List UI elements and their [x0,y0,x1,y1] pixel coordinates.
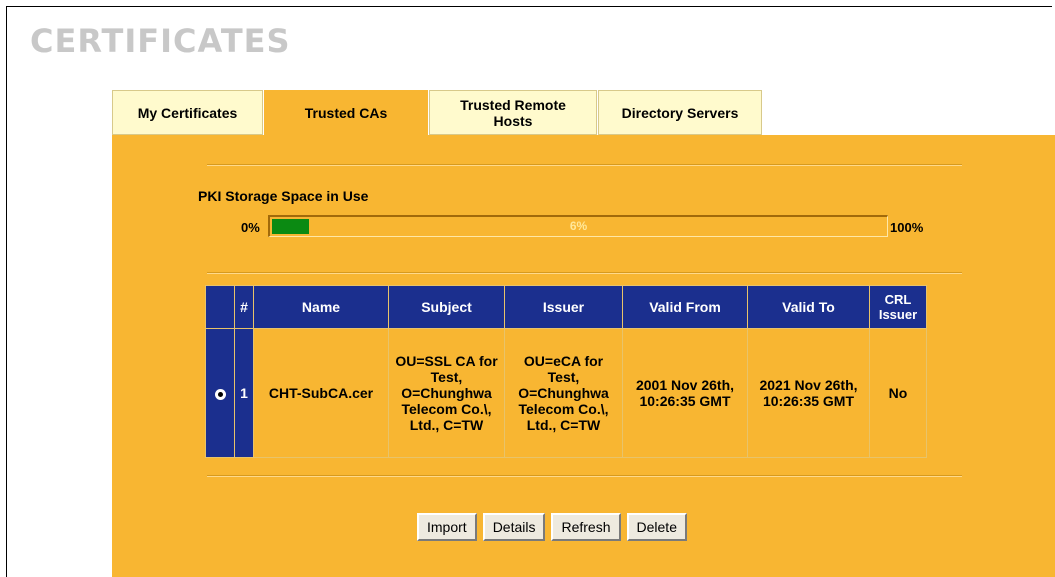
valid-from-column-header: Valid From [622,285,748,329]
row-index: 1 [234,328,254,458]
row-crl-issuer: No [869,328,927,458]
storage-max-label: 100% [890,220,924,235]
table-header-row: # Name Subject Issuer Valid From Valid T… [205,285,927,329]
details-button[interactable]: Details [482,513,546,541]
row-valid-to: 2021 Nov 26th, 10:26:35 GMT [747,328,870,458]
storage-min-label: 0% [241,220,260,235]
name-column-header: Name [253,285,389,329]
row-issuer: OU=eCA for Test, O=Chunghwa Telecom Co.\… [504,328,623,458]
page-title: CERTIFICATES [30,22,291,60]
divider-bottom [207,475,962,477]
certificate-table: # Name Subject Issuer Valid From Valid T… [205,285,927,458]
trusted-cas-panel: PKI Storage Space in Use 0% 6% 100% # Na… [112,135,1055,577]
crl-issuer-column-header: CRL Issuer [869,285,927,329]
tab-trusted-cas[interactable]: Trusted CAs [264,90,428,135]
row-radio-button[interactable] [214,388,226,400]
delete-button[interactable]: Delete [626,513,687,541]
valid-to-column-header: Valid To [747,285,870,329]
row-select-cell[interactable] [205,328,235,458]
pki-storage-label: PKI Storage Space in Use [198,188,369,204]
action-button-group: Import Details Refresh Delete [417,513,687,541]
import-button[interactable]: Import [417,513,477,541]
tab-my-certificates[interactable]: My Certificates [112,90,263,135]
row-name: CHT-SubCA.cer [253,328,389,458]
issuer-column-header: Issuer [504,285,623,329]
pki-storage-progress-text: 6% [569,219,588,233]
row-valid-from: 2001 Nov 26th, 10:26:35 GMT [622,328,748,458]
divider-middle [207,272,962,274]
tab-trusted-remote-hosts[interactable]: Trusted Remote Hosts [429,90,597,135]
pki-storage-progress-bar: 6% [268,215,888,237]
tab-directory-servers[interactable]: Directory Servers [598,90,762,135]
refresh-button[interactable]: Refresh [551,513,621,541]
subject-column-header: Subject [388,285,505,329]
index-column-header: # [234,285,254,329]
table-row: 1 CHT-SubCA.cer OU=SSL CA for Test, O=Ch… [205,328,927,458]
divider-top [207,164,962,166]
row-subject: OU=SSL CA for Test, O=Chunghwa Telecom C… [388,328,505,458]
select-column-header [205,285,235,329]
